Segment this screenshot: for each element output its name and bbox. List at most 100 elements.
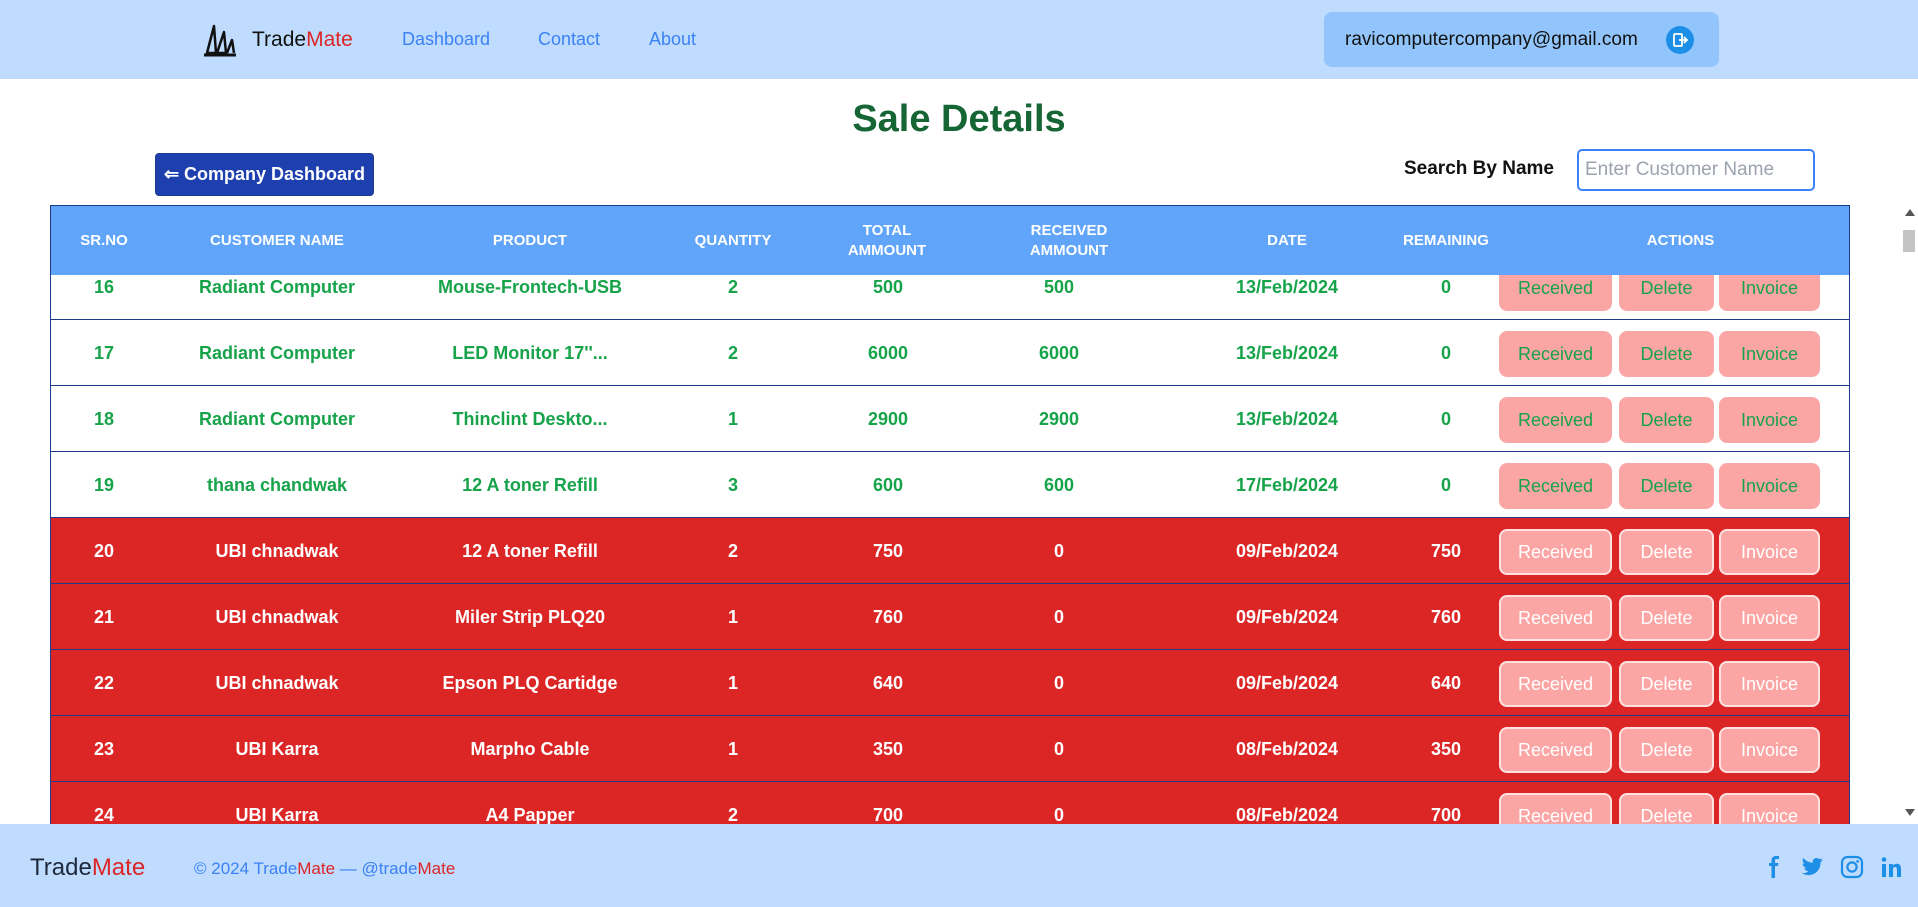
invoice-button[interactable]: Invoice bbox=[1719, 463, 1820, 509]
header-received-amount: RECEIVED AMMOUNT bbox=[1029, 222, 1109, 259]
cell-remaining: 0 bbox=[1440, 342, 1451, 363]
cell-sr-no: 24 bbox=[93, 804, 115, 825]
delete-button[interactable]: Delete bbox=[1619, 529, 1714, 575]
cell-total-amount: 760 bbox=[872, 606, 904, 627]
delete-button[interactable]: Delete bbox=[1619, 727, 1714, 773]
cell-sr-no: 21 bbox=[93, 606, 115, 627]
cell-product: Marpho Cable bbox=[470, 738, 590, 759]
cell-customer-name: thana chandwak bbox=[206, 474, 348, 495]
delete-button[interactable]: Delete bbox=[1619, 793, 1714, 824]
cell-remaining: 350 bbox=[1430, 738, 1462, 759]
cell-quantity: 1 bbox=[727, 738, 738, 759]
cell-quantity: 3 bbox=[727, 474, 738, 495]
cell-product: Miler Strip PLQ20 bbox=[454, 606, 606, 627]
search-label: Search By Name bbox=[1404, 158, 1554, 179]
cell-sr-no: 19 bbox=[93, 474, 115, 495]
header-actions: ACTIONS bbox=[1646, 232, 1715, 249]
cell-total-amount: 600 bbox=[872, 474, 904, 495]
received-button[interactable]: Received bbox=[1499, 331, 1612, 377]
cell-product: Thinclint Deskto... bbox=[452, 408, 608, 429]
cell-sr-no: 18 bbox=[93, 408, 115, 429]
copyright-prefix: © 2024 Trade bbox=[194, 859, 298, 878]
table-row: 21 UBI chnadwak Miler Strip PLQ20 1 760 0 09/F… bbox=[51, 584, 1849, 650]
cell-remaining: 0 bbox=[1440, 474, 1451, 495]
customer-search-input[interactable] bbox=[1577, 149, 1815, 191]
cell-sr-no: 23 bbox=[93, 738, 115, 759]
cell-quantity: 1 bbox=[727, 408, 738, 429]
received-button[interactable]: Received bbox=[1499, 595, 1612, 641]
invoice-button[interactable]: Invoice bbox=[1719, 529, 1820, 575]
invoice-button[interactable]: Invoice bbox=[1719, 793, 1820, 824]
logout-icon bbox=[1673, 33, 1688, 47]
table-scrollbar[interactable] bbox=[1900, 205, 1918, 824]
delete-button[interactable]: Delete bbox=[1619, 595, 1714, 641]
received-button[interactable]: Received bbox=[1499, 661, 1612, 707]
cell-quantity: 2 bbox=[727, 540, 738, 561]
invoice-button[interactable]: Invoice bbox=[1719, 727, 1820, 773]
cell-customer-name: UBI chnadwak bbox=[215, 540, 339, 561]
delete-button[interactable]: Delete bbox=[1619, 661, 1714, 707]
scroll-down-arrow-icon[interactable] bbox=[1905, 809, 1915, 816]
scrollbar-thumb[interactable] bbox=[1903, 230, 1915, 252]
twitter-icon[interactable] bbox=[1800, 855, 1824, 879]
cell-quantity: 2 bbox=[727, 804, 738, 825]
received-button[interactable]: Received bbox=[1499, 529, 1612, 575]
header-customer-name: CUSTOMER NAME bbox=[210, 232, 344, 249]
cell-remaining: 640 bbox=[1430, 672, 1462, 693]
cell-product: 12 A toner Refill bbox=[462, 474, 598, 495]
footer: TradeMate © 2024 TradeMate — @tradeMate bbox=[0, 824, 1918, 907]
cell-received-amount: 0 bbox=[1053, 738, 1064, 759]
delete-button[interactable]: Delete bbox=[1619, 397, 1714, 443]
cell-remaining: 700 bbox=[1430, 804, 1462, 825]
received-button[interactable]: Received bbox=[1499, 727, 1612, 773]
user-account-box: ravicomputercompany@gmail.com bbox=[1324, 12, 1719, 67]
cell-date: 13/Feb/2024 bbox=[1235, 342, 1339, 363]
table-row: 20 UBI chnadwak 12 A toner Refill 2 750 0 09/F… bbox=[51, 518, 1849, 584]
received-button[interactable]: Received bbox=[1499, 397, 1612, 443]
cell-customer-name: Radiant Computer bbox=[198, 342, 355, 363]
footer-brand-trade: Trade bbox=[30, 854, 92, 881]
nav-link-contact[interactable]: Contact bbox=[538, 29, 600, 50]
cell-received-amount: 0 bbox=[1053, 606, 1064, 627]
logout-button[interactable] bbox=[1666, 26, 1694, 54]
footer-brand[interactable]: TradeMate bbox=[30, 854, 145, 882]
delete-button[interactable]: Delete bbox=[1619, 463, 1714, 509]
cell-received-amount: 600 bbox=[1043, 474, 1075, 495]
nav-link-dashboard[interactable]: Dashboard bbox=[402, 29, 490, 50]
linkedin-icon[interactable] bbox=[1880, 855, 1904, 879]
invoice-button[interactable]: Invoice bbox=[1719, 331, 1820, 377]
footer-copyright: © 2024 TradeMate — @tradeMate bbox=[194, 859, 455, 879]
cell-total-amount: 750 bbox=[872, 540, 904, 561]
cell-sr-no: 22 bbox=[93, 672, 115, 693]
table-row: 22 UBI chnadwak Epson PLQ Cartidge 1 640 0 09/… bbox=[51, 650, 1849, 716]
invoice-button[interactable]: Invoice bbox=[1719, 595, 1820, 641]
cell-product: 12 A toner Refill bbox=[462, 540, 598, 561]
footer-brand-mate: Mate bbox=[91, 854, 146, 881]
received-button[interactable]: Received bbox=[1499, 793, 1612, 824]
brand[interactable]: TradeMate bbox=[202, 22, 353, 58]
cell-sr-no: 17 bbox=[93, 342, 115, 363]
table-row: 18 Radiant Computer Thinclint Deskto... 1 29… bbox=[51, 386, 1849, 452]
header-total-amount: TOTAL AMMOUNT bbox=[847, 222, 927, 259]
cell-remaining: 760 bbox=[1430, 606, 1462, 627]
invoice-button[interactable]: Invoice bbox=[1719, 397, 1820, 443]
header-quantity: QUANTITY bbox=[694, 232, 772, 249]
copyright-mate: Mate bbox=[297, 859, 336, 878]
instagram-icon[interactable] bbox=[1840, 855, 1864, 879]
delete-button[interactable]: Delete bbox=[1619, 331, 1714, 377]
facebook-icon[interactable] bbox=[1762, 855, 1786, 879]
cell-customer-name: UBI chnadwak bbox=[215, 606, 339, 627]
scroll-up-arrow-icon[interactable] bbox=[1905, 209, 1915, 216]
cell-total-amount: 700 bbox=[872, 804, 904, 825]
nav-link-about[interactable]: About bbox=[649, 29, 696, 50]
cell-date: 08/Feb/2024 bbox=[1235, 804, 1339, 825]
received-button[interactable]: Received bbox=[1499, 463, 1612, 509]
copyright-handle: — @trade bbox=[335, 859, 418, 878]
table-row: 23 UBI Karra Marpho Cable 1 350 0 08/Feb/2024 3… bbox=[51, 716, 1849, 782]
cell-product: A4 Papper bbox=[485, 804, 575, 825]
invoice-button[interactable]: Invoice bbox=[1719, 661, 1820, 707]
cell-remaining: 750 bbox=[1430, 540, 1462, 561]
cell-total-amount: 350 bbox=[872, 738, 904, 759]
company-dashboard-button[interactable]: ⇐ Company Dashboard bbox=[155, 153, 374, 196]
cell-date: 09/Feb/2024 bbox=[1235, 540, 1339, 561]
